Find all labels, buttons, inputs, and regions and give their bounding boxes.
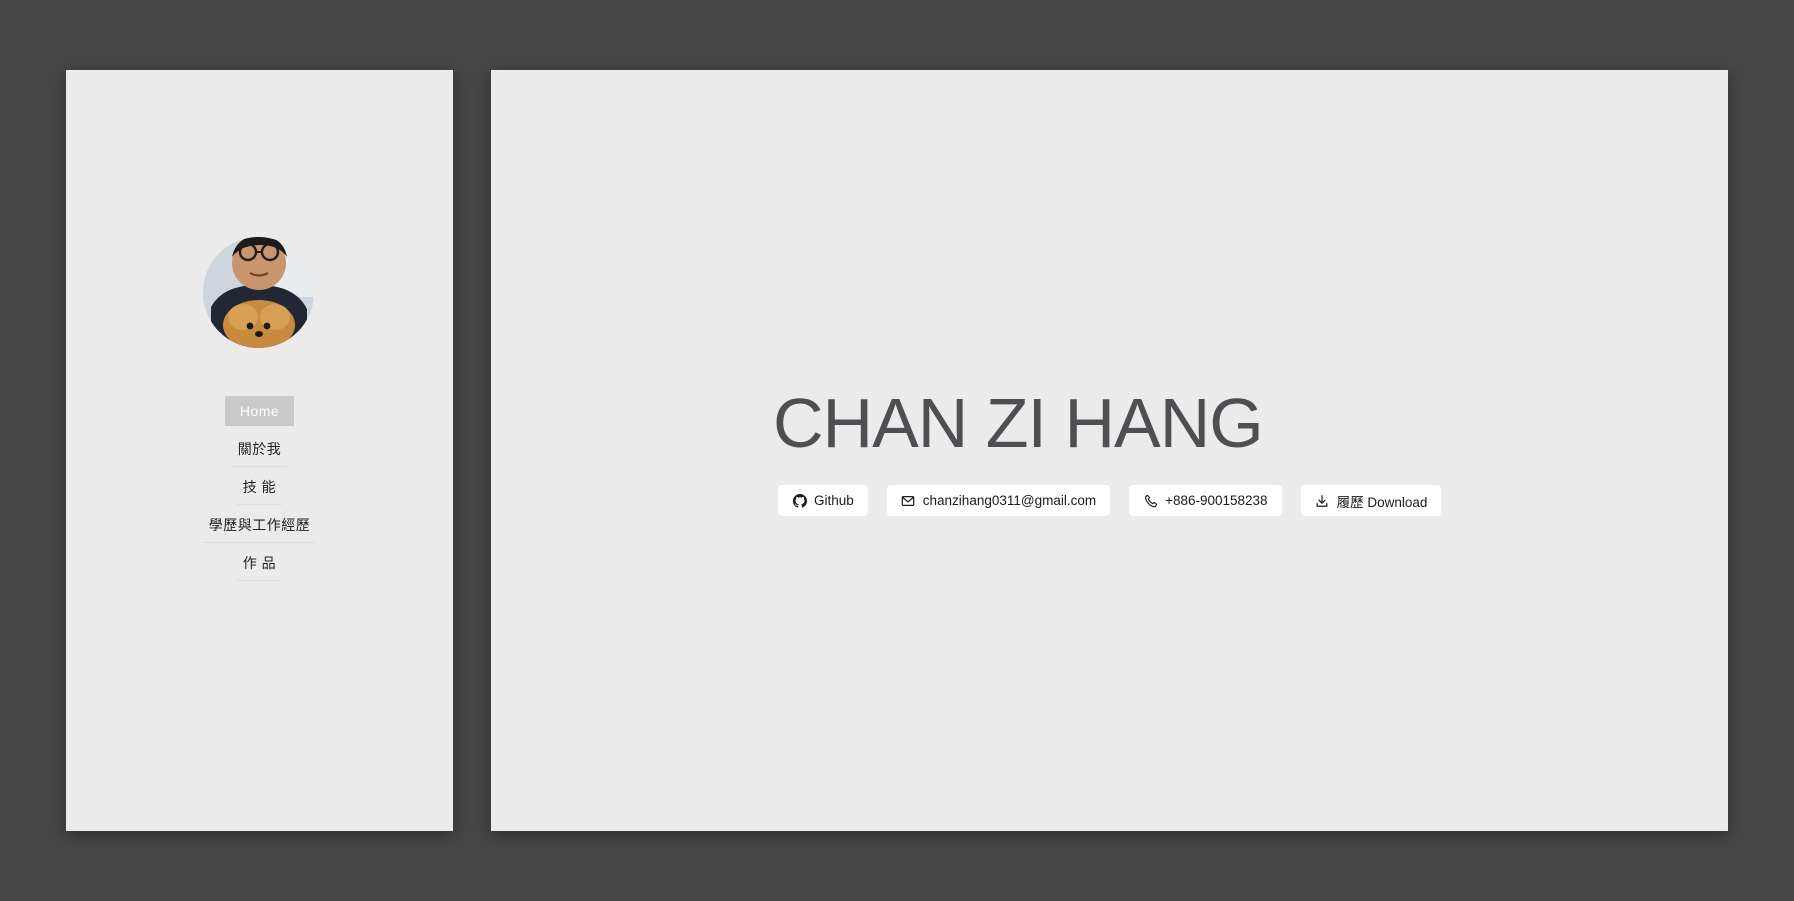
page-title: CHAN ZI HANG	[773, 384, 1264, 462]
email-button[interactable]: chanzihang0311@gmail.com	[886, 485, 1111, 516]
nav-item-works[interactable]: 作 品	[236, 548, 283, 581]
contact-links: Github chanzihang0311@gmail.com +886-900…	[778, 485, 1442, 516]
avatar-image	[203, 237, 314, 348]
nav-item-experience[interactable]: 學歷與工作經歷	[202, 510, 317, 543]
sidebar-nav: Home 關於我 技 能 學歷與工作經歷 作 品	[66, 396, 453, 586]
phone-button[interactable]: +886-900158238	[1129, 485, 1282, 516]
github-icon	[792, 493, 807, 508]
resume-download-label: 履歷 Download	[1336, 494, 1428, 510]
avatar	[203, 237, 314, 348]
email-label: chanzihang0311@gmail.com	[922, 493, 1097, 508]
github-button[interactable]: Github	[778, 485, 868, 516]
phone-icon	[1143, 493, 1158, 508]
nav-item-home[interactable]: Home	[224, 396, 295, 426]
main-panel: CHAN ZI HANG Github chanzihang0311@gmail…	[491, 70, 1728, 831]
resume-download-button[interactable]: 履歷 Download	[1300, 485, 1442, 516]
download-icon	[1315, 493, 1330, 508]
nav-item-about[interactable]: 關於我	[231, 434, 288, 467]
github-label: Github	[814, 493, 854, 508]
nav-item-skills[interactable]: 技 能	[236, 472, 283, 505]
phone-label: +886-900158238	[1165, 493, 1268, 508]
sidebar: Home 關於我 技 能 學歷與工作經歷 作 品	[66, 70, 453, 831]
mail-icon	[901, 493, 916, 508]
